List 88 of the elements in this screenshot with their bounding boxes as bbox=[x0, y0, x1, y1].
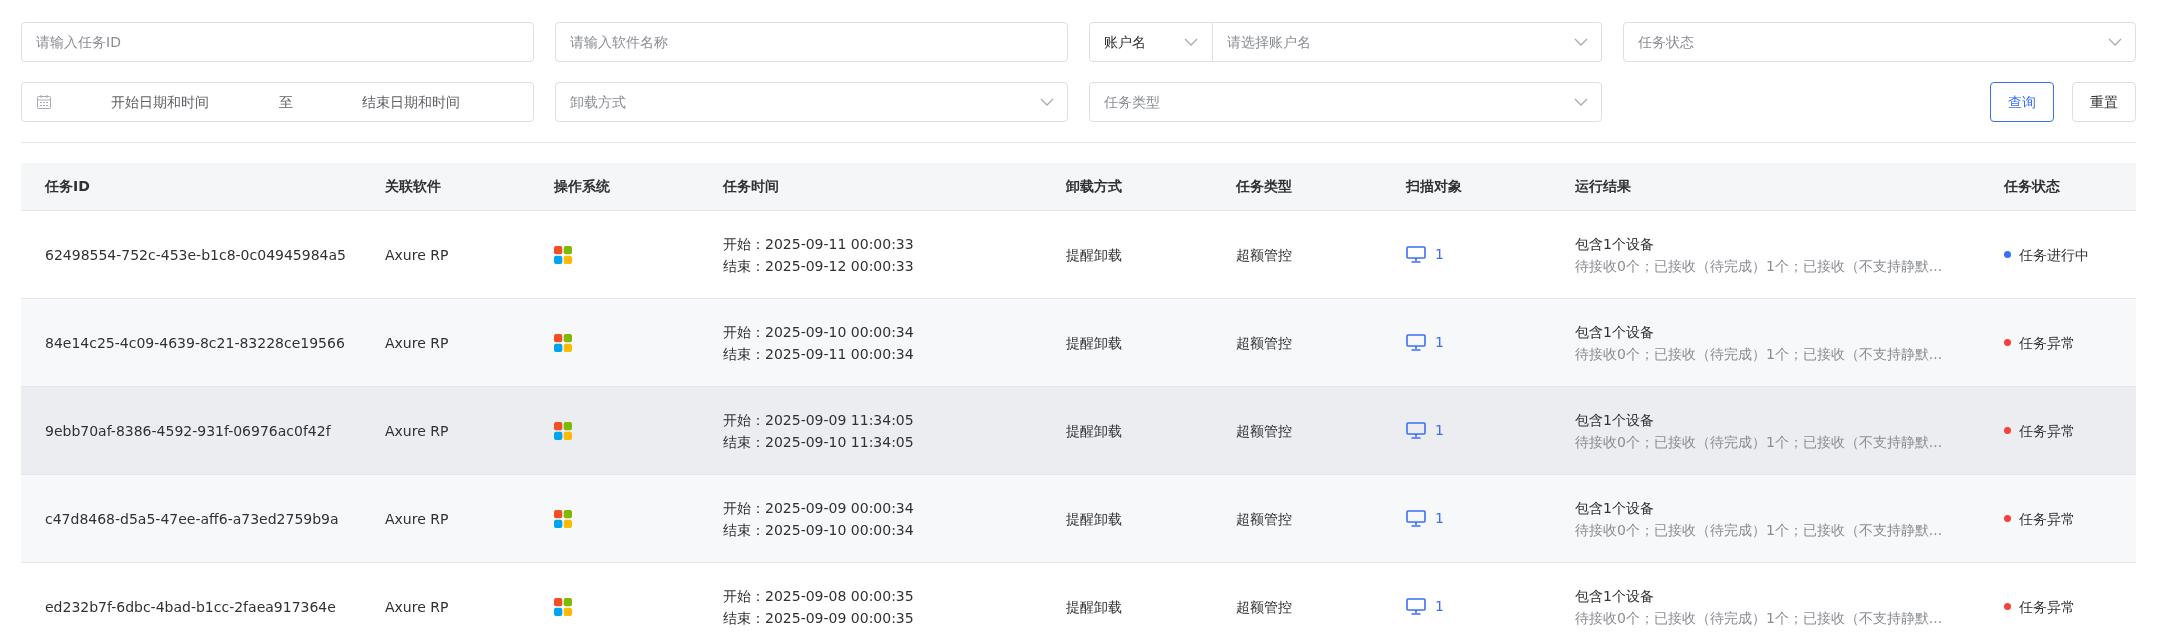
windows-logo-icon bbox=[554, 333, 572, 352]
windows-logo-icon bbox=[554, 509, 572, 528]
column-header: 运行结果 bbox=[1551, 163, 1980, 211]
start-time: 开始：2025-09-09 00:00:34 bbox=[723, 498, 914, 518]
software-name: Axure RP bbox=[385, 333, 449, 353]
uninstall-method: 提醒卸载 bbox=[1066, 333, 1122, 353]
result-summary: 包含1个设备 bbox=[1575, 234, 1654, 254]
column-header: 任务ID bbox=[21, 163, 361, 211]
text-input-field[interactable]: 请输入任务ID bbox=[21, 22, 534, 62]
start-time: 开始：2025-09-08 00:00:35 bbox=[723, 586, 914, 606]
column-header: 任务时间 bbox=[699, 163, 1042, 211]
range-separator: 至 bbox=[277, 92, 294, 112]
monitor-icon bbox=[1406, 246, 1426, 263]
task-id: c47d8468-d5a5-47ee-aff6-a73ed2759b9a bbox=[45, 509, 339, 529]
task-status: 任务异常 bbox=[2019, 333, 2075, 353]
monitor-icon bbox=[1406, 422, 1426, 439]
select-field[interactable]: 卸载方式 bbox=[555, 82, 1068, 122]
chevron-down-icon bbox=[1574, 98, 1588, 106]
end-time: 结束：2025-09-10 00:00:34 bbox=[723, 520, 914, 540]
task-type: 超额管控 bbox=[1236, 421, 1292, 441]
task-status: 任务进行中 bbox=[2019, 245, 2089, 265]
windows-logo-icon bbox=[554, 597, 572, 616]
start-time: 开始：2025-09-10 00:00:34 bbox=[723, 322, 914, 342]
windows-logo-icon bbox=[554, 421, 572, 440]
end-time: 结束：2025-09-11 00:00:34 bbox=[723, 344, 914, 364]
result-detail: 待接收0个；已接收（待完成）1个；已接收（不支持静默... bbox=[1575, 608, 1943, 628]
end-time: 结束：2025-09-09 00:00:35 bbox=[723, 608, 914, 628]
end-time: 结束：2025-09-10 11:34:05 bbox=[723, 432, 914, 452]
chevron-down-icon bbox=[1040, 98, 1054, 106]
windows-logo-icon bbox=[554, 245, 572, 264]
result-summary: 包含1个设备 bbox=[1575, 586, 1654, 606]
monitor-icon bbox=[1406, 598, 1426, 615]
scan-count-link[interactable]: 1 bbox=[1435, 332, 1444, 353]
result-detail: 待接收0个；已接收（待完成）1个；已接收（不支持静默... bbox=[1575, 256, 1943, 276]
select-field[interactable]: 任务类型 bbox=[1089, 82, 1602, 122]
task-status: 任务异常 bbox=[2019, 597, 2075, 617]
task-type: 超额管控 bbox=[1236, 245, 1292, 265]
text-input-field[interactable]: 请输入软件名称 bbox=[555, 22, 1068, 62]
result-detail: 待接收0个；已接收（待完成）1个；已接收（不支持静默... bbox=[1575, 432, 1943, 452]
task-id: 9ebb70af-8386-4592-931f-06976ac0f42f bbox=[45, 421, 331, 441]
column-header: 卸载方式 bbox=[1042, 163, 1212, 211]
select-field[interactable]: 任务状态 bbox=[1623, 22, 2136, 62]
software-name: Axure RP bbox=[385, 245, 449, 265]
column-header: 任务类型 bbox=[1212, 163, 1382, 211]
task-status: 任务异常 bbox=[2019, 421, 2075, 441]
result-detail: 待接收0个；已接收（待完成）1个；已接收（不支持静默... bbox=[1575, 520, 1943, 540]
chevron-down-icon bbox=[1574, 38, 1588, 46]
task-type: 超额管控 bbox=[1236, 509, 1292, 529]
uninstall-method: 提醒卸载 bbox=[1066, 509, 1122, 529]
result-summary: 包含1个设备 bbox=[1575, 498, 1654, 518]
uninstall-method: 提醒卸载 bbox=[1066, 597, 1122, 617]
software-name: Axure RP bbox=[385, 421, 449, 441]
uninstall-method: 提醒卸载 bbox=[1066, 421, 1122, 441]
start-time: 开始：2025-09-11 00:00:33 bbox=[723, 234, 914, 254]
scan-count-link[interactable]: 1 bbox=[1435, 508, 1444, 529]
query-button[interactable]: 查询 bbox=[1990, 82, 2054, 122]
monitor-icon bbox=[1406, 510, 1426, 527]
column-header: 扫描对象 bbox=[1382, 163, 1551, 211]
task-id: 62498554-752c-453e-b1c8-0c04945984a5 bbox=[45, 245, 346, 265]
monitor-icon bbox=[1406, 334, 1426, 351]
end-date-input[interactable]: 结束日期和时间 bbox=[302, 90, 519, 114]
chevron-down-icon bbox=[1184, 38, 1198, 46]
result-summary: 包含1个设备 bbox=[1575, 322, 1654, 342]
account-type-select[interactable]: 账户名 bbox=[1089, 22, 1213, 62]
task-status: 任务异常 bbox=[2019, 509, 2075, 529]
start-time: 开始：2025-09-09 11:34:05 bbox=[723, 410, 914, 430]
result-detail: 待接收0个；已接收（待完成）1个；已接收（不支持静默... bbox=[1575, 344, 1943, 364]
end-time: 结束：2025-09-12 00:00:33 bbox=[723, 256, 914, 276]
start-date-input[interactable]: 开始日期和时间 bbox=[52, 90, 269, 114]
reset-button[interactable]: 重置 bbox=[2072, 82, 2136, 122]
account-name-select[interactable]: 请选择账户名 bbox=[1213, 22, 1602, 62]
chevron-down-icon bbox=[2108, 38, 2122, 46]
task-type: 超额管控 bbox=[1236, 597, 1292, 617]
task-type: 超额管控 bbox=[1236, 333, 1292, 353]
result-summary: 包含1个设备 bbox=[1575, 410, 1654, 430]
scan-count-link[interactable]: 1 bbox=[1435, 244, 1444, 265]
scan-count-link[interactable]: 1 bbox=[1435, 596, 1444, 617]
software-name: Axure RP bbox=[385, 597, 449, 617]
task-id: ed232b7f-6dbc-4bad-b1cc-2faea917364e bbox=[45, 597, 336, 617]
software-name: Axure RP bbox=[385, 509, 449, 529]
scan-count-link[interactable]: 1 bbox=[1435, 420, 1444, 441]
task-id: 84e14c25-4c09-4639-8c21-83228ce19566 bbox=[45, 333, 345, 353]
column-header: 任务状态 bbox=[1980, 163, 2136, 211]
uninstall-method: 提醒卸载 bbox=[1066, 245, 1122, 265]
date-range-field[interactable]: 开始日期和时间 至 结束日期和时间 bbox=[21, 82, 534, 122]
calendar-icon bbox=[36, 94, 52, 110]
column-header: 关联软件 bbox=[361, 163, 530, 211]
column-header: 操作系统 bbox=[530, 163, 699, 211]
